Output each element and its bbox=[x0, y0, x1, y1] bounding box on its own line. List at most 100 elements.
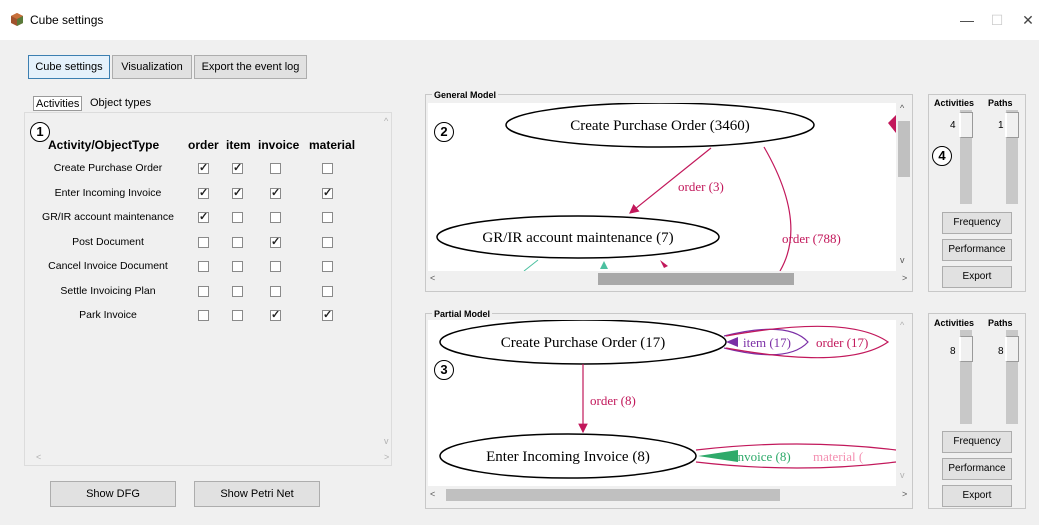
scroll-up-icon[interactable]: ^ bbox=[384, 116, 388, 126]
checkbox-invoice[interactable] bbox=[270, 186, 281, 199]
checkbox-order[interactable] bbox=[198, 186, 209, 199]
scroll-right-icon[interactable]: > bbox=[384, 452, 389, 462]
annotation-badge-2: 2 bbox=[434, 122, 454, 142]
close-button[interactable]: ✕ bbox=[1016, 10, 1039, 30]
general-horizontal-scrollbar[interactable]: < > bbox=[428, 271, 907, 287]
annotation-badge-4: 4 bbox=[932, 146, 952, 166]
activity-row-label: Post Document bbox=[72, 235, 144, 248]
paths-slider-handle-bottom[interactable] bbox=[1005, 336, 1019, 362]
activities-slider-handle-bottom[interactable] bbox=[959, 336, 973, 362]
scroll-left-icon[interactable]: < bbox=[36, 452, 41, 462]
node-label-create-purchase-order-17: Create Purchase Order (17) bbox=[501, 335, 666, 351]
checkbox-item[interactable] bbox=[232, 310, 243, 321]
column-header-order: order bbox=[188, 138, 219, 152]
paths-label-top: Paths bbox=[988, 98, 1013, 108]
activity-row-label: Park Invoice bbox=[79, 309, 137, 321]
checkbox-invoice[interactable] bbox=[270, 308, 281, 321]
visualization-button[interactable]: Visualization bbox=[112, 55, 192, 79]
partial-model-graph: Create Purchase Order (17) item (17) ord… bbox=[439, 320, 896, 479]
checkbox-material[interactable] bbox=[322, 163, 333, 174]
loop-label-material: material ( bbox=[813, 449, 863, 464]
loop-label-invoice-8: invoice (8) bbox=[734, 449, 791, 464]
paths-label-bottom: Paths bbox=[988, 318, 1013, 328]
activities-value-bottom: 8 bbox=[950, 346, 956, 357]
show-petri-net-button[interactable]: Show Petri Net bbox=[194, 481, 320, 507]
tab-activities[interactable]: Activities bbox=[33, 96, 83, 111]
checkbox-order[interactable] bbox=[198, 210, 209, 223]
checkbox-invoice[interactable] bbox=[270, 212, 281, 223]
export-button-top[interactable]: Export bbox=[942, 266, 1012, 288]
checkbox-material[interactable] bbox=[322, 261, 333, 272]
window-title: Cube settings bbox=[30, 13, 104, 27]
partial-model-canvas[interactable]: Create Purchase Order (17) item (17) ord… bbox=[428, 320, 896, 486]
performance-button-top[interactable]: Performance bbox=[942, 239, 1012, 261]
activities-slider-handle-top[interactable] bbox=[959, 112, 973, 138]
minimize-button[interactable]: — bbox=[955, 10, 979, 30]
partial-horizontal-scrollbar[interactable]: < > bbox=[428, 487, 907, 503]
loop-label-order-17: order (17) bbox=[816, 335, 868, 350]
cube-app-icon bbox=[11, 13, 23, 26]
frequency-button-top[interactable]: Frequency bbox=[942, 212, 1012, 234]
paths-value-top: 1 bbox=[998, 120, 1004, 131]
checkbox-invoice[interactable] bbox=[270, 261, 281, 272]
annotation-badge-3: 3 bbox=[434, 360, 454, 380]
checkbox-invoice[interactable] bbox=[270, 285, 281, 297]
export-button-bottom[interactable]: Export bbox=[942, 485, 1012, 507]
export-event-log-button[interactable]: Export the event log bbox=[194, 55, 307, 79]
performance-button-bottom[interactable]: Performance bbox=[942, 458, 1012, 480]
edge-label-order-8: order (8) bbox=[590, 393, 636, 408]
column-header-invoice: invoice bbox=[258, 138, 300, 152]
activity-row-label: Enter Incoming Invoice bbox=[54, 186, 162, 199]
edge-stub-arrow bbox=[660, 260, 668, 268]
loop-edge-material-return bbox=[695, 461, 896, 469]
activity-row-label: GR/IR account maintenance bbox=[42, 211, 174, 223]
general-model-canvas[interactable]: Create Purchase Order (3460) order (3) o… bbox=[428, 103, 896, 271]
checkbox-material[interactable] bbox=[322, 285, 333, 297]
checkbox-item[interactable] bbox=[232, 186, 243, 199]
activity-row-label: Create Purchase Order bbox=[53, 162, 163, 174]
show-dfg-button[interactable]: Show DFG bbox=[50, 481, 176, 507]
loop-edge-material bbox=[695, 443, 896, 451]
checkbox-item[interactable] bbox=[232, 161, 243, 174]
loop-arrowhead bbox=[726, 337, 738, 347]
checkbox-item[interactable] bbox=[232, 285, 243, 297]
cube-settings-button[interactable]: Cube settings bbox=[28, 55, 110, 79]
column-header-activity: Activity/ObjectType bbox=[48, 138, 160, 152]
scroll-down-icon[interactable]: v bbox=[384, 436, 389, 446]
tab-object-types[interactable]: Object types bbox=[88, 96, 153, 111]
loop-arrowhead-invoice bbox=[698, 450, 738, 462]
activities-value-top: 4 bbox=[950, 120, 956, 131]
maximize-button[interactable]: ☐ bbox=[985, 10, 1009, 30]
checkbox-item[interactable] bbox=[232, 261, 243, 272]
node-label-gr-ir-account: GR/IR account maintenance (7) bbox=[482, 230, 673, 246]
checkbox-order[interactable] bbox=[198, 236, 209, 248]
checkbox-material[interactable] bbox=[322, 308, 333, 321]
activity-row-label: Settle Invoicing Plan bbox=[60, 284, 156, 297]
paths-slider-handle-top[interactable] bbox=[1005, 112, 1019, 138]
checkbox-item[interactable] bbox=[232, 236, 243, 248]
checkbox-material[interactable] bbox=[322, 212, 333, 223]
checkbox-invoice[interactable] bbox=[270, 163, 281, 174]
frequency-button-bottom[interactable]: Frequency bbox=[942, 431, 1012, 453]
general-vertical-scrollbar[interactable]: ^ v bbox=[896, 103, 912, 271]
edge-stub bbox=[523, 259, 539, 271]
activity-row-label: Cancel Invoice Document bbox=[48, 260, 168, 272]
activities-label-top: Activities bbox=[934, 98, 975, 108]
node-label-enter-incoming-invoice: Enter Incoming Invoice (8) bbox=[486, 449, 650, 465]
edge-label-order-788: order (788) bbox=[782, 231, 841, 246]
checkbox-order[interactable] bbox=[198, 261, 209, 272]
checkbox-material[interactable] bbox=[322, 236, 333, 248]
general-model-label: General Model bbox=[432, 90, 499, 100]
column-header-material: material bbox=[309, 138, 356, 152]
checkbox-order[interactable] bbox=[198, 310, 209, 321]
node-label-create-purchase-order: Create Purchase Order (3460) bbox=[570, 118, 750, 134]
general-model-graph: Create Purchase Order (3460) order (3) o… bbox=[436, 103, 896, 271]
edge-arrowhead bbox=[888, 115, 896, 133]
partial-vertical-scrollbar[interactable]: ^ v bbox=[896, 320, 912, 486]
checkbox-material[interactable] bbox=[322, 186, 333, 199]
checkbox-order[interactable] bbox=[198, 285, 209, 297]
column-header-item: item bbox=[226, 138, 251, 152]
checkbox-item[interactable] bbox=[232, 212, 243, 223]
checkbox-invoice[interactable] bbox=[270, 235, 281, 248]
checkbox-order[interactable] bbox=[198, 161, 209, 174]
